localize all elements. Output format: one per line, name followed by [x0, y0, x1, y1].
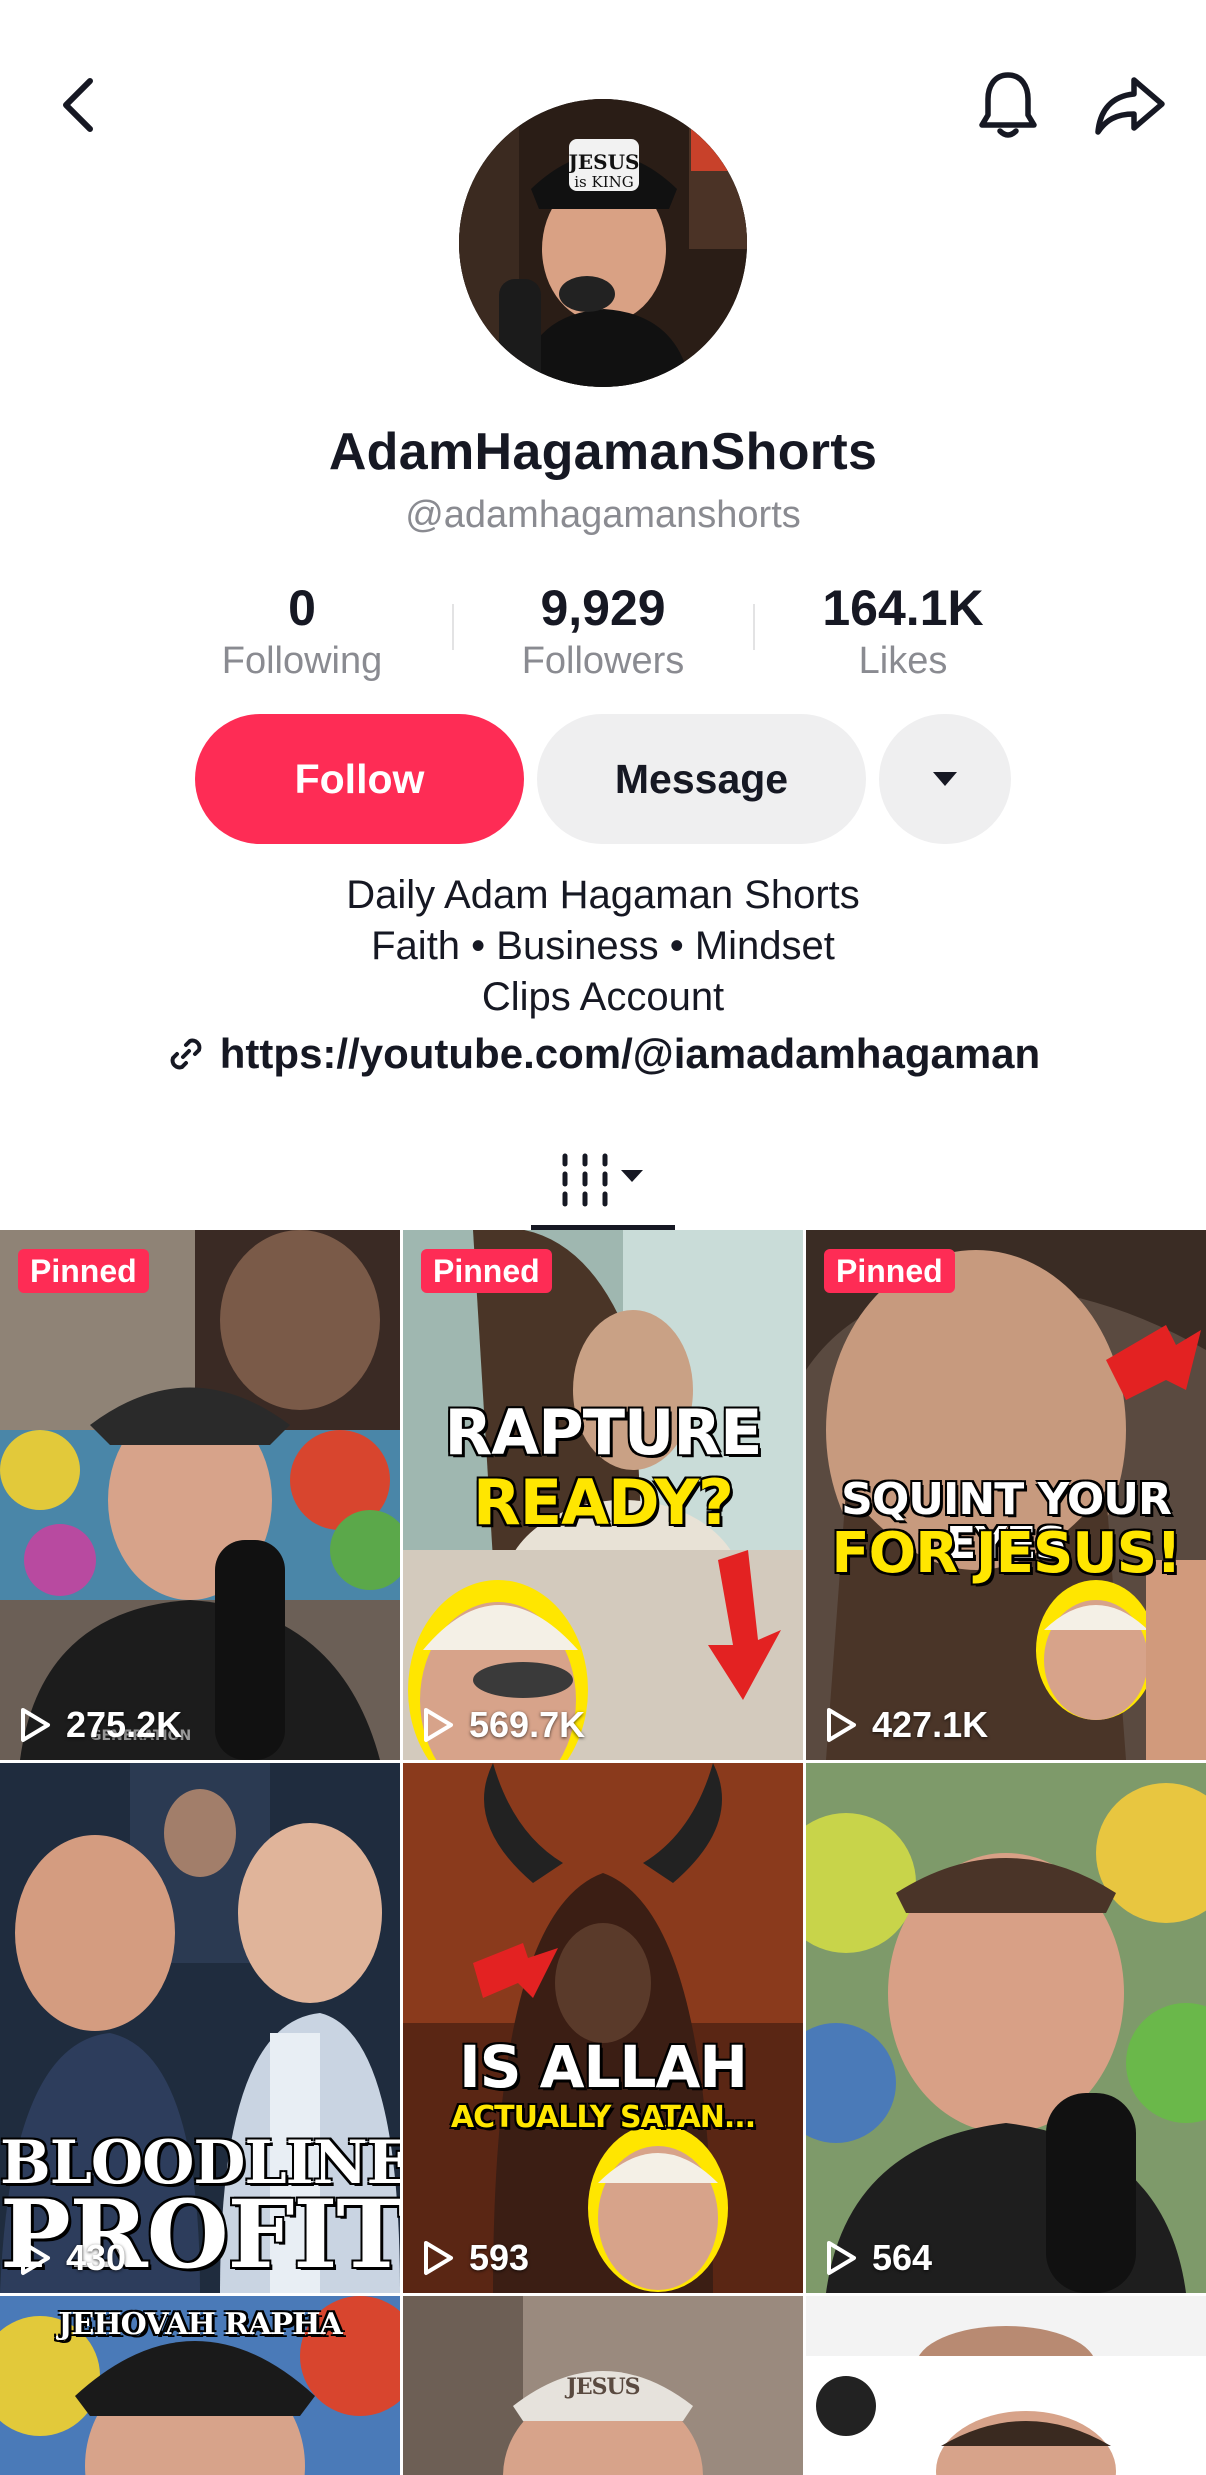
video-thumbnail[interactable]: JESUS: [403, 2296, 803, 2475]
video-thumbnail[interactable]: SQUINT YOUR EYES FOR JESUS! Pinned 427.1…: [806, 1230, 1206, 1760]
chevron-left-icon: [63, 78, 93, 132]
svg-text:JESUS: JESUS: [566, 150, 639, 174]
video-thumbnail[interactable]: 564: [806, 1763, 1206, 2293]
svg-text:is KING: is KING: [574, 173, 634, 191]
video-thumbnail[interactable]: [806, 2296, 1206, 2475]
bio-line: Faith • Business • Mindset: [371, 924, 835, 968]
view-count-text: 430: [66, 2237, 127, 2278]
more-options-button[interactable]: [879, 714, 1011, 844]
username-handle: @adamhagamanshorts: [405, 494, 801, 536]
avatar-photo: JESUS is KING: [459, 99, 747, 387]
share-button[interactable]: [1085, 60, 1175, 150]
profile-page: JESUS is KING AdamHagamanShorts @adamhag…: [0, 0, 1206, 2475]
video-thumbnail[interactable]: JEHOVAH RAPHA: [0, 2296, 400, 2475]
view-count: 564: [824, 2237, 932, 2279]
play-icon: [421, 1706, 455, 1744]
thumbnail-image: GENERATION: [0, 1230, 400, 1760]
bio-link-text: https://youtube.com/@iamadamhagaman: [219, 1030, 1041, 1077]
profile-stats: 0 Following 9,929 Followers 164.1K Likes: [0, 578, 1206, 688]
bell-icon: [979, 72, 1037, 138]
pinned-badge: Pinned: [421, 1249, 552, 1293]
bio-line: Daily Adam Hagaman Shorts: [346, 873, 860, 917]
message-button[interactable]: Message: [537, 714, 866, 844]
view-count-text: 275.2K: [66, 1704, 183, 1745]
bio: Daily Adam Hagaman Shorts Faith • Busine…: [0, 870, 1206, 1023]
video-thumbnail[interactable]: RAPTURE READY? Pinned 569.7K: [403, 1230, 803, 1760]
avatar[interactable]: JESUS is KING: [459, 99, 747, 387]
video-thumbnail[interactable]: GENERATION Pinned 275.2K: [0, 1230, 400, 1760]
likes-label: Likes: [858, 640, 948, 682]
pinned-badge: Pinned: [18, 1249, 149, 1293]
thumbnail-title: IS ALLAH: [459, 2033, 748, 2101]
cap-text: JESUS: [566, 2374, 640, 2400]
thumbnail-title: ACTUALLY SATAN...: [450, 2100, 756, 2135]
likes-count: 164.1K: [822, 580, 984, 636]
play-icon: [824, 2239, 858, 2277]
followers-label: Followers: [521, 640, 685, 682]
view-count: 427.1K: [824, 1704, 988, 1746]
play-icon: [824, 1706, 858, 1744]
content-tab-bar: [0, 1110, 1206, 1231]
back-button[interactable]: [40, 60, 116, 150]
bio-line: Clips Account: [481, 975, 725, 1019]
following-label: Following: [221, 640, 383, 682]
thumbnail-title: RAPTURE: [444, 1396, 763, 1469]
thumbnail-title: FOR JESUS!: [831, 1521, 1181, 1586]
thumbnail-image: [806, 2296, 1206, 2475]
play-icon: [18, 2239, 52, 2277]
bio-link[interactable]: https://youtube.com/@iamadamhagaman: [0, 1030, 1206, 1078]
view-count-text: 427.1K: [872, 1704, 989, 1745]
video-thumbnail[interactable]: IS ALLAH ACTUALLY SATAN... 593: [403, 1763, 803, 2293]
play-icon: [421, 2239, 455, 2277]
view-count-text: 569.7K: [469, 1704, 586, 1745]
link-icon: [166, 1034, 206, 1074]
thumbnail-image: [806, 1763, 1206, 2293]
videos-grid-icon: [562, 1153, 643, 1207]
following-stat[interactable]: 0 Following: [152, 578, 452, 684]
view-count: 430: [18, 2237, 126, 2279]
play-icon: [18, 1706, 52, 1744]
thumbnail-title: READY?: [473, 1466, 734, 1539]
notification-bell-button[interactable]: [965, 60, 1051, 150]
view-count: 569.7K: [421, 1704, 585, 1746]
view-count-text: 564: [872, 2237, 933, 2278]
view-count-text: 593: [469, 2237, 530, 2278]
followers-count: 9,929: [540, 580, 666, 636]
cap-text: JEHOVAH RAPHA: [58, 2307, 342, 2342]
view-count: 275.2K: [18, 1704, 182, 1746]
video-thumbnail[interactable]: BLOODLINE PROFITS 430: [0, 1763, 400, 2293]
caret-down-icon: [933, 772, 957, 786]
follow-button[interactable]: Follow: [195, 714, 524, 844]
followers-stat[interactable]: 9,929 Followers: [453, 578, 753, 684]
likes-stat[interactable]: 164.1K Likes: [753, 578, 1053, 684]
pinned-badge: Pinned: [824, 1249, 955, 1293]
tab-videos[interactable]: [531, 1132, 675, 1228]
following-count: 0: [288, 580, 316, 636]
share-arrow-icon: [1095, 77, 1165, 135]
display-name: AdamHagamanShorts: [328, 423, 878, 481]
view-count: 593: [421, 2237, 529, 2279]
thumbnail-image: [403, 1763, 803, 2293]
